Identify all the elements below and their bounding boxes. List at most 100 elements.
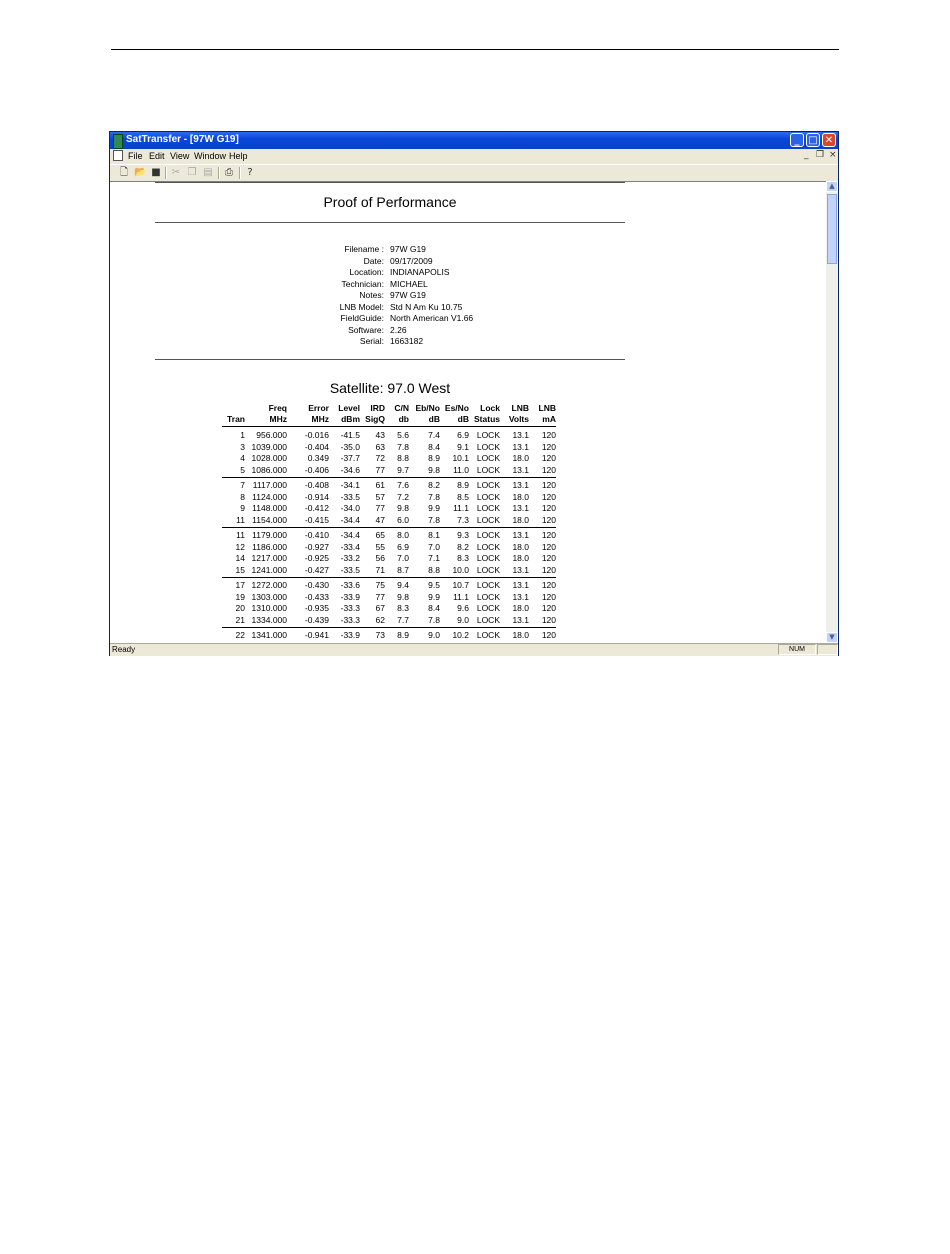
scroll-thumb[interactable]	[827, 194, 837, 264]
table-cell: 1086.000	[251, 464, 287, 475]
column-header: Tran	[227, 414, 245, 424]
table-cell: -41.5	[340, 430, 360, 440]
info-label: Date:	[363, 255, 384, 266]
menu-view[interactable]: View	[170, 151, 189, 161]
table-cell: 9	[240, 503, 245, 513]
table-cell: 13.1	[512, 530, 529, 540]
table-cell: 72	[375, 453, 385, 463]
save-icon[interactable]: ■	[150, 167, 162, 178]
table-cell: 9.0	[457, 614, 469, 625]
table-cell: 47	[375, 514, 385, 525]
table-row: 4 1028.000 0.349 -37.7 72 8.8 8.9 10.1 LOCK 18.0 1…	[110, 453, 826, 465]
table-cell: 1217.000	[251, 553, 287, 563]
group-divider	[222, 577, 556, 578]
table-cell: 1334.000	[251, 614, 287, 625]
menu-help[interactable]: Help	[229, 151, 248, 161]
mdi-close-button[interactable]: ×	[829, 150, 837, 160]
table-cell: 13.1	[512, 591, 529, 602]
title-bar[interactable]: SatTransfer - [97W G19] _ □ ✕	[110, 132, 838, 149]
table-cell: 7.8	[428, 491, 440, 502]
help-icon[interactable]: ?	[244, 167, 256, 178]
new-icon[interactable]: 🗋	[118, 167, 130, 178]
table-cell: 120	[541, 441, 556, 452]
document-icon[interactable]	[113, 150, 123, 161]
info-label: Serial:	[359, 336, 384, 346]
table-cell: -33.3	[340, 603, 360, 613]
info-row: Date: 09/17/2009	[110, 256, 826, 268]
table-cell: 8.9	[428, 453, 440, 463]
column-header: IRD	[370, 403, 385, 413]
num-lock-indicator: NUM	[778, 644, 816, 655]
table-cell: 11.1	[453, 503, 469, 513]
info-row: Filename : 97W G19	[110, 244, 826, 256]
table-cell: 120	[541, 464, 556, 475]
toolbar-separator	[165, 167, 167, 179]
print-icon[interactable]: ⎙	[223, 167, 235, 178]
column-header: dBm	[341, 414, 360, 424]
table-cell: 7.4	[428, 430, 440, 440]
table-cell: 11	[236, 530, 245, 540]
info-value: North American V1.66	[390, 313, 474, 323]
table-cell: 63	[375, 441, 385, 452]
table-cell: 8.2	[457, 541, 469, 552]
table-cell: -0.016	[304, 430, 329, 440]
table-cell: 9.5	[428, 580, 440, 590]
scroll-down-icon[interactable]: ▼	[826, 632, 838, 643]
table-cell: LOCK	[476, 603, 500, 613]
table-row: 21 1334.000 -0.439 -33.3 62 7.7 7.8 9.0 LOCK 13.1…	[110, 615, 826, 627]
vertical-scrollbar[interactable]: ▲ ▼	[826, 181, 838, 643]
table-cell: 7.7	[397, 614, 409, 625]
table-cell: -0.430	[304, 580, 329, 590]
column-header: dB	[428, 414, 440, 424]
table-cell: 9.9	[428, 591, 440, 602]
table-cell: -34.4	[340, 530, 360, 540]
table-cell: 120	[541, 553, 556, 563]
table-cell: 8.1	[428, 530, 440, 540]
close-button[interactable]: ✕	[822, 133, 836, 147]
info-label: Technician:	[341, 278, 384, 289]
table-cell: -0.925	[304, 553, 329, 563]
table-cell: 10.1	[452, 453, 469, 463]
table-cell: 9.4	[397, 580, 409, 590]
table-cell: 9.8	[397, 503, 409, 513]
table-cell: -34.4	[340, 514, 360, 525]
table-cell: LOCK	[476, 480, 500, 490]
column-header: LNB	[511, 403, 529, 413]
mdi-restore-button[interactable]: ❐	[816, 150, 824, 160]
menu-edit[interactable]: Edit	[149, 151, 165, 161]
mdi-minimize-button[interactable]: _	[804, 150, 809, 160]
info-row: Technician: MICHAEL	[110, 279, 826, 291]
cut-icon[interactable]: ✂	[170, 167, 182, 178]
table-cell: 120	[541, 564, 556, 575]
maximize-button[interactable]: □	[806, 133, 820, 147]
paste-icon[interactable]: ▤	[202, 167, 214, 178]
table-cell: 120	[541, 614, 556, 625]
table-cell: 61	[375, 480, 385, 490]
open-icon[interactable]: 📂	[134, 167, 146, 178]
menu-window[interactable]: Window	[194, 151, 226, 161]
table-cell: LOCK	[476, 614, 500, 625]
table-cell: 1039.000	[251, 441, 287, 452]
table-cell: 18.0	[512, 630, 529, 640]
table-cell: -33.9	[340, 591, 360, 602]
table-cell: 7.2	[397, 491, 409, 502]
table-cell: 18.0	[512, 553, 529, 563]
column-header: MHz	[311, 414, 329, 424]
scroll-up-icon[interactable]: ▲	[826, 181, 838, 192]
minimize-button[interactable]: _	[790, 133, 804, 147]
table-cell: 1117.000	[252, 480, 287, 490]
copy-icon[interactable]: ❐	[186, 167, 198, 178]
table-cell: 8.7	[397, 564, 409, 575]
table-cell: 1186.000	[252, 541, 287, 552]
report-view[interactable]: Proof of Performance Filename : 97W G19 Da…	[110, 181, 826, 644]
table-cell: 13.1	[512, 564, 529, 575]
table-cell: -0.415	[304, 514, 329, 525]
table-cell: 11.1	[453, 591, 469, 602]
table-row: 14 1217.000 -0.925 -33.2 56 7.0 7.1 8.3 LOCK 18.0…	[110, 553, 826, 565]
menu-file[interactable]: File	[128, 151, 143, 161]
table-cell: -33.2	[340, 553, 360, 563]
table-cell: 7.8	[428, 514, 440, 525]
table-cell: -33.6	[340, 580, 360, 590]
table-cell: 120	[541, 603, 556, 613]
table-cell: 6.9	[457, 430, 469, 440]
